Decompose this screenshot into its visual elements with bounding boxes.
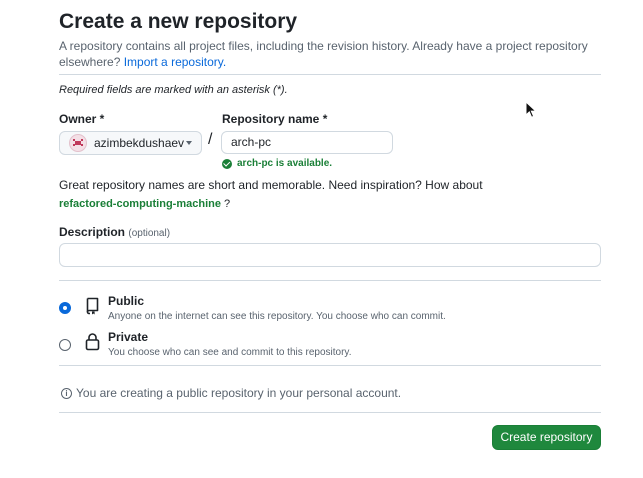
public-label: Public: [108, 294, 145, 308]
name-hint: Great repository names are short and mem…: [59, 178, 483, 192]
notice-text: You are creating a public repository in …: [76, 386, 402, 400]
import-repository-link[interactable]: Import a repository.: [124, 55, 226, 69]
private-radio[interactable]: [59, 339, 71, 351]
description-label: Description (optional): [59, 225, 170, 239]
owner-name: azimbekdushaev: [94, 136, 185, 150]
suggestion-suffix: ?: [220, 198, 231, 210]
create-repository-button[interactable]: Create repository: [492, 425, 601, 450]
repository-name-label: Repository name *: [222, 112, 328, 126]
name-suggestion: refactored-computing-machine ?: [59, 198, 230, 210]
divider: [59, 74, 601, 75]
mouse-cursor-icon: [525, 101, 537, 118]
owner-repo-separator: /: [208, 131, 213, 148]
availability-status: arch-pc is available.: [222, 158, 332, 169]
public-radio[interactable]: [59, 302, 71, 314]
suggested-name-button[interactable]: refactored-computing-machine: [59, 198, 221, 210]
availability-text: arch-pc is available.: [237, 158, 333, 169]
owner-label: Owner *: [59, 112, 105, 126]
page-intro: A repository contains all project files,…: [59, 38, 599, 70]
owner-select[interactable]: azimbekdushaev: [59, 131, 202, 155]
page-title: Create a new repository: [59, 10, 298, 33]
visibility-notice: i You are creating a public repository i…: [61, 386, 401, 400]
divider: [59, 365, 601, 366]
divider: [59, 412, 601, 413]
description-optional-tag: (optional): [128, 228, 171, 239]
private-label: Private: [108, 330, 149, 344]
required-fields-note: Required fields are marked with an aster…: [59, 84, 288, 96]
private-description: You choose who can see and commit to thi…: [108, 347, 352, 358]
lock-icon: [85, 333, 100, 351]
info-icon: i: [61, 387, 72, 399]
divider: [59, 280, 601, 281]
public-description: Anyone on the internet can see this repo…: [108, 311, 446, 322]
description-input[interactable]: [59, 243, 601, 267]
triangle-down-icon: [186, 141, 192, 145]
description-label-text: Description: [59, 225, 126, 239]
repository-name-input[interactable]: arch-pc: [221, 131, 393, 154]
avatar: [69, 134, 87, 152]
repo-icon: [86, 297, 99, 315]
check-circle-icon: [222, 158, 232, 169]
